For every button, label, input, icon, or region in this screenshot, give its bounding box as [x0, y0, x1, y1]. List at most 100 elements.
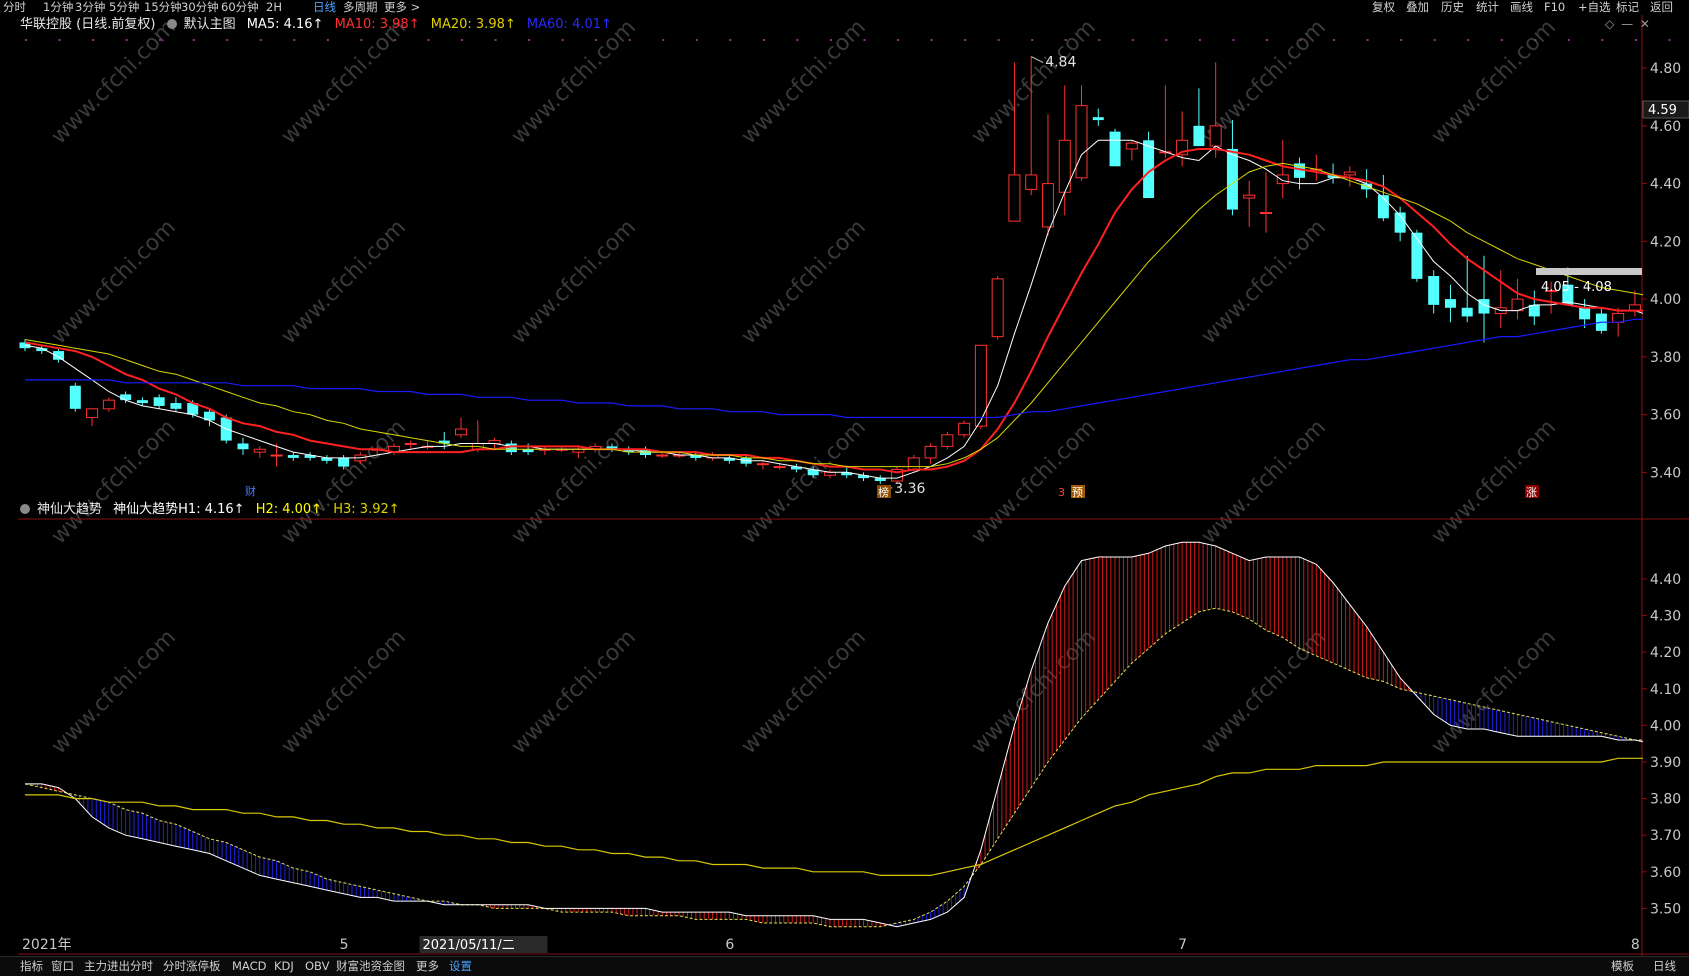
top-dot-28 [495, 39, 497, 41]
toolbar-action-8[interactable]: 返回 [1650, 0, 1673, 15]
sub-tick-label-6: 4.10 [1650, 682, 1681, 698]
top-dot-24 [427, 39, 429, 41]
marker-3: 3 [1058, 486, 1065, 499]
period-tab-3[interactable]: 5分钟 [109, 0, 139, 15]
candle-body-83 [1411, 233, 1422, 279]
x-tick-label-1: 5 [340, 937, 349, 953]
ma60-value: MA60: 4.01↑ [527, 17, 612, 32]
toolbar-action-0[interactable]: 复权 [1372, 0, 1395, 15]
top-dot-76 [1300, 39, 1302, 41]
toolbar-action-7[interactable]: 标记 [1616, 0, 1639, 15]
candle-body-3 [70, 386, 81, 409]
period-tab-10[interactable]: 更多 > [384, 0, 420, 15]
main-tick-label-4: 4.20 [1650, 234, 1681, 250]
diamond-icon[interactable]: ◇ [1605, 17, 1614, 31]
candle-body-73 [1244, 195, 1255, 198]
top-dot-94 [1601, 39, 1603, 41]
indicator-tab-8[interactable]: 更多 [416, 957, 439, 976]
period-tab-9[interactable]: 多周期 [343, 0, 378, 15]
top-dot-18 [327, 39, 329, 41]
top-dot-52 [897, 39, 899, 41]
candle-body-53 [908, 458, 919, 470]
period-tab-8[interactable]: 日线 [313, 0, 336, 15]
current-price-label: 4.59 [1648, 103, 1677, 118]
indicator-tab-7[interactable]: 财富池资金图 [336, 957, 405, 976]
main-tick-label-1: 3.60 [1650, 408, 1681, 424]
top-dot-14 [260, 39, 262, 41]
candle-body-8 [154, 397, 165, 406]
candle-body-16 [288, 455, 299, 458]
h2-value: H2: 4.00↑ [256, 502, 322, 517]
top-dot-50 [864, 39, 866, 41]
close-icon[interactable]: ✕ [1640, 17, 1650, 31]
minus-icon[interactable]: — [1621, 17, 1633, 31]
candle-body-61 [1042, 184, 1053, 227]
sub-tick-label-3: 3.80 [1650, 792, 1681, 808]
sub-tick-label-5: 4.00 [1650, 718, 1681, 734]
indicator-tab-4[interactable]: MACD [232, 957, 266, 976]
candle-body-6 [120, 394, 131, 400]
top-dot-60 [1031, 39, 1033, 41]
bottom-right-1[interactable]: 日线 [1653, 957, 1676, 976]
main-tick-label-0: 3.40 [1650, 465, 1681, 481]
toolbar-action-6[interactable]: +自选 [1578, 0, 1611, 15]
kline-chart: www.cfchi.comwww.cfchi.comwww.cfchi.comw… [0, 15, 1689, 956]
top-dot-12 [226, 39, 228, 41]
top-dot-58 [998, 39, 1000, 41]
candle-body-57 [975, 345, 986, 426]
ma20-value: MA20: 3.98↑ [431, 17, 516, 32]
toolbar-action-1[interactable]: 叠加 [1406, 0, 1429, 15]
range-label: 4.05 - 4.08 [1541, 280, 1612, 295]
period-tab-0[interactable]: 分时 [3, 0, 26, 15]
toolbar-action-4[interactable]: 画线 [1510, 0, 1533, 15]
indicator-tab-6[interactable]: OBV [305, 957, 329, 976]
candle-body-54 [925, 446, 936, 458]
period-tab-5[interactable]: 30分钟 [181, 0, 219, 15]
period-tab-7[interactable]: 2H [266, 0, 282, 15]
top-dot-38 [662, 39, 664, 41]
low-label: 3.36 [894, 481, 925, 497]
indicator-settings-icon[interactable] [167, 19, 177, 29]
top-dot-36 [629, 39, 631, 41]
marker-bang: 榜 [878, 485, 889, 499]
top-dot-2 [59, 39, 61, 41]
top-dot-64 [1098, 39, 1100, 41]
stock-title[interactable]: 华联控股 (日线.前复权) [20, 17, 155, 32]
indicator-tab-1[interactable]: 窗口 [51, 957, 74, 976]
period-tab-4[interactable]: 15分钟 [144, 0, 182, 15]
current-price-tag[interactable]: 4.59 [1643, 101, 1689, 118]
top-dot-10 [193, 39, 195, 41]
indicator-tab-3[interactable]: 分时涨停板 [163, 957, 221, 976]
toolbar-action-5[interactable]: F10 [1544, 0, 1565, 15]
period-tab-1[interactable]: 1分钟 [43, 0, 73, 15]
main-legend: 华联控股 (日线.前复权) 默认主图 MA5: 4.16↑ MA10: 3.98… [20, 16, 619, 34]
sub-tick-label-9: 4.40 [1650, 572, 1681, 588]
indicator-tab-0[interactable]: 指标 [20, 957, 43, 976]
indicator-tab-5[interactable]: KDJ [274, 957, 294, 976]
candle-body-14 [254, 449, 265, 452]
indicator-tab-2[interactable]: 主力进出分时 [84, 957, 153, 976]
period-tab-6[interactable]: 60分钟 [221, 0, 259, 15]
candle-body-64 [1093, 117, 1104, 120]
sub-tick-label-0: 3.50 [1650, 901, 1681, 917]
candle-body-44 [757, 464, 768, 465]
candle-body-38 [657, 455, 668, 456]
sub-tick-label-1: 3.60 [1650, 865, 1681, 881]
candle-body-58 [992, 279, 1003, 337]
top-dot-42 [729, 39, 731, 41]
bottom-right-0[interactable]: 模板 [1611, 957, 1634, 976]
top-dot-26 [461, 39, 463, 41]
top-dot-84 [1434, 39, 1436, 41]
top-dot-66 [1132, 39, 1134, 41]
indicator-name[interactable]: 默认主图 [184, 17, 236, 32]
sub-indicator-icon[interactable] [20, 504, 30, 514]
period-tab-2[interactable]: 3分钟 [75, 0, 105, 15]
candle-body-63 [1076, 106, 1087, 178]
candle-body-13 [238, 443, 249, 449]
toolbar-action-2[interactable]: 历史 [1441, 0, 1464, 15]
candle-body-7 [137, 400, 148, 403]
sub-indicator-name[interactable]: 神仙大趋势 [37, 502, 102, 517]
high-label: 4.84 [1045, 55, 1076, 71]
toolbar-action-3[interactable]: 统计 [1476, 0, 1499, 15]
indicator-tab-9[interactable]: 设置 [449, 957, 472, 976]
